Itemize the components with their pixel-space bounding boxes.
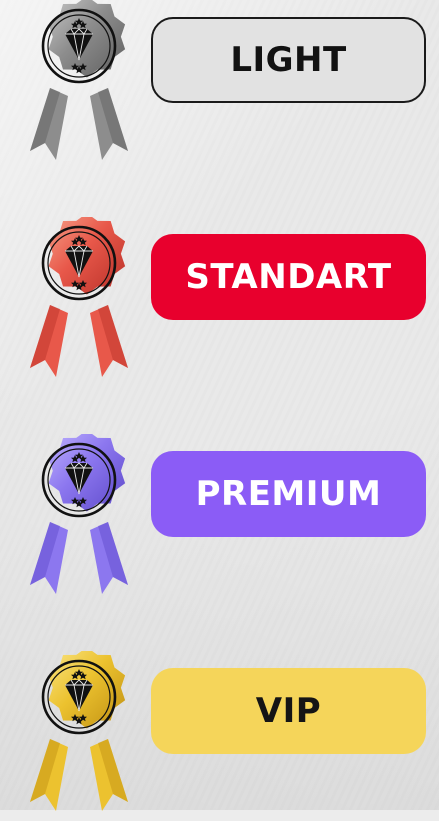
medal-standart [20,217,138,387]
medal-vip [20,651,138,821]
tier-premium: PREMIUM [0,434,439,604]
diamond-award-medal-icon [30,434,128,594]
medal-premium [20,434,138,604]
diamond-award-medal-icon [30,651,128,811]
tier-light: LIGHT [0,0,439,170]
premium-plan-button[interactable]: PREMIUM [151,451,426,537]
tier-standart: STANDART [0,217,439,387]
tier-vip: VIP [0,651,439,821]
diamond-award-medal-icon [30,217,128,377]
diamond-award-medal-icon [30,0,128,160]
medal-light [20,0,138,170]
vip-plan-button[interactable]: VIP [151,668,426,754]
standart-plan-button[interactable]: STANDART [151,234,426,320]
light-plan-button[interactable]: LIGHT [151,17,426,103]
